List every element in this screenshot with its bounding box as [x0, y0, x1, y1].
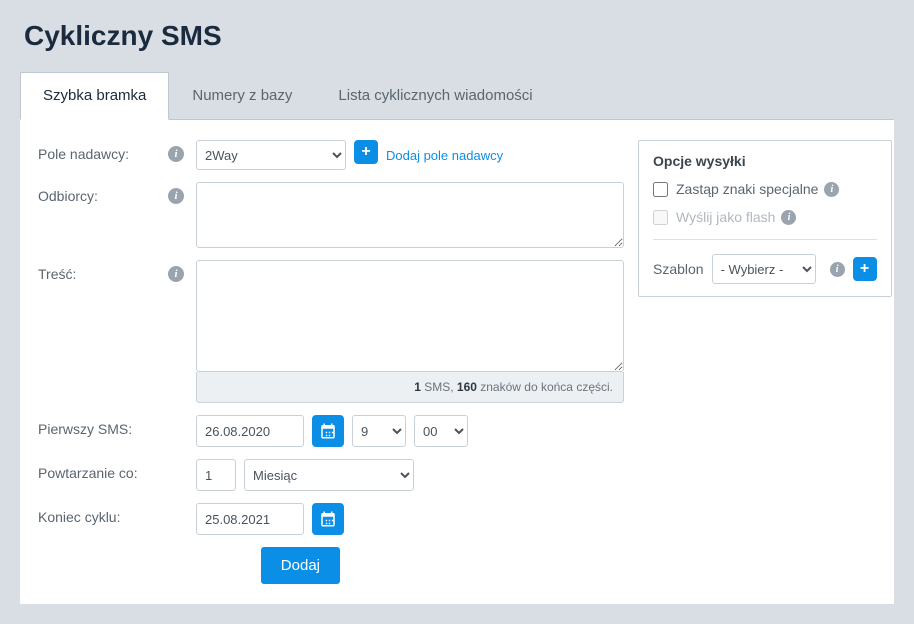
tab-numery-z-bazy[interactable]: Numery z bazy: [169, 72, 315, 119]
template-select[interactable]: - Wybierz -: [712, 254, 816, 284]
send-as-flash-checkbox: [653, 210, 668, 225]
info-icon[interactable]: i: [781, 210, 796, 225]
repeat-label: Powtarzanie co:: [38, 459, 168, 481]
replace-special-checkbox[interactable]: [653, 182, 668, 197]
sender-select[interactable]: 2Way: [196, 140, 346, 170]
replace-special-label: Zastąp znaki specjalne: [676, 181, 818, 197]
options-title: Opcje wysyłki: [653, 153, 877, 169]
form-panel: Pole nadawcy: i 2Way + Dodaj pole nadawc…: [20, 120, 894, 604]
repeat-unit-select[interactable]: Miesiąc: [244, 459, 414, 491]
add-sender-link[interactable]: Dodaj pole nadawcy: [386, 148, 503, 163]
cycle-end-date-input[interactable]: [196, 503, 304, 535]
chars-left: 160: [457, 380, 477, 394]
info-icon[interactable]: i: [168, 188, 184, 204]
page-title: Cykliczny SMS: [20, 20, 894, 52]
repeat-value-input[interactable]: [196, 459, 236, 491]
content-textarea[interactable]: [196, 260, 624, 372]
char-counter: 1 SMS, 160 znaków do końca części.: [196, 372, 624, 403]
first-sms-hour-select[interactable]: 9: [352, 415, 406, 447]
info-icon[interactable]: i: [168, 146, 184, 162]
add-template-button[interactable]: +: [853, 257, 877, 281]
cycle-end-label: Koniec cyklu:: [38, 503, 168, 525]
tabs: Szybka bramka Numery z bazy Lista cyklic…: [20, 72, 894, 120]
calendar-icon[interactable]: [312, 503, 344, 535]
calendar-icon[interactable]: [312, 415, 344, 447]
divider: [653, 239, 877, 240]
first-sms-label: Pierwszy SMS:: [38, 415, 168, 437]
recipients-label: Odbiorcy:: [38, 182, 168, 204]
info-icon[interactable]: i: [824, 182, 839, 197]
info-icon[interactable]: i: [168, 266, 184, 282]
first-sms-date-input[interactable]: [196, 415, 304, 447]
tab-szybka-bramka[interactable]: Szybka bramka: [20, 72, 169, 120]
send-options-panel: Opcje wysyłki Zastąp znaki specjalne i W…: [638, 140, 892, 297]
submit-button[interactable]: Dodaj: [261, 547, 340, 584]
recipients-textarea[interactable]: [196, 182, 624, 248]
first-sms-minute-select[interactable]: 00: [414, 415, 468, 447]
add-sender-button[interactable]: +: [354, 140, 378, 164]
info-icon[interactable]: i: [830, 262, 845, 277]
tab-lista-cyklicznych[interactable]: Lista cyklicznych wiadomości: [315, 72, 555, 119]
template-label: Szablon: [653, 261, 704, 277]
sender-label: Pole nadawcy:: [38, 140, 168, 162]
sms-count: 1: [414, 380, 421, 394]
send-as-flash-label: Wyślij jako flash: [676, 209, 775, 225]
content-label: Treść:: [38, 260, 168, 282]
